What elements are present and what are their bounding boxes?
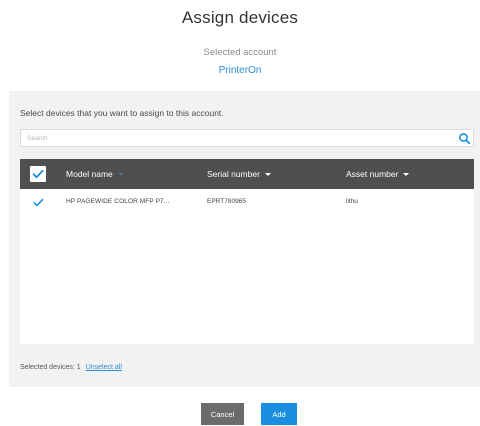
unselect-all-link[interactable]: Unselect all <box>86 364 122 371</box>
dialog-title: Assign devices <box>181 8 299 27</box>
sort-caret-icon <box>117 173 124 177</box>
selected-devices-footer: Selected devices: 1 Unselect all <box>20 364 122 371</box>
column-header-model-name[interactable]: Model name <box>66 169 124 179</box>
selected-devices-count: Selected devices: 1 <box>20 364 81 371</box>
column-header-serial-number[interactable]: Serial number <box>207 169 271 179</box>
device-selection-panel: Select devices that you want to assign t… <box>9 91 480 387</box>
search-input[interactable] <box>21 130 451 146</box>
column-header-asset-number[interactable]: Asset number <box>346 169 410 179</box>
instruction-text: Select devices that you want to assign t… <box>20 108 224 118</box>
selected-account-label: Selected account <box>203 47 277 58</box>
select-all-checkbox[interactable] <box>30 166 46 182</box>
devices-table: Model name Serial number Asset number HP… <box>20 159 474 344</box>
cell-serial-number: EPRT780965 <box>207 198 246 205</box>
assign-devices-dialog: Assign devices Selected account PrinterO… <box>0 0 480 426</box>
table-header: Model name Serial number Asset number <box>20 159 474 189</box>
row-checkbox[interactable] <box>32 196 45 209</box>
sort-caret-icon <box>264 173 271 177</box>
cancel-button[interactable]: Cancel <box>201 403 244 425</box>
table-row[interactable]: HP PAGEWIDE COLOR MFP P7... EPRT780965 l… <box>20 189 474 216</box>
search-icon[interactable] <box>458 132 471 145</box>
add-button[interactable]: Add <box>261 403 297 425</box>
selected-account-name: PrinterOn <box>218 65 262 76</box>
cell-asset-number: lithu <box>346 198 358 205</box>
cell-model-name: HP PAGEWIDE COLOR MFP P7... <box>66 198 170 205</box>
sort-caret-icon <box>403 173 410 177</box>
search-box <box>20 129 474 147</box>
